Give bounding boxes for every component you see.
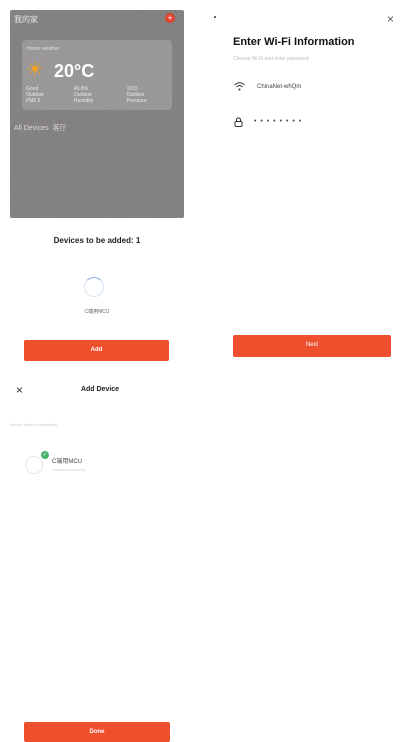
weather-label: Home weather <box>27 46 60 52</box>
check-icon: ✓ <box>41 451 49 459</box>
plus-icon[interactable]: + <box>165 13 175 23</box>
room-tab[interactable]: 客厅 <box>53 125 67 132</box>
pending-device-name: C端用MCU <box>84 309 110 315</box>
lock-icon <box>234 117 243 129</box>
device-icon <box>25 456 43 474</box>
next-button[interactable]: Next <box>233 335 391 357</box>
wifi-ssid-field[interactable]: ChinaNet-whQm <box>257 84 301 90</box>
add-button[interactable]: Add <box>24 340 169 361</box>
wifi-subtitle: Choose Wi-Fi and enter password <box>233 56 309 62</box>
close-icon[interactable]: × <box>16 383 23 397</box>
stat-2: 45.8% Outdoor Humidity <box>73 86 94 104</box>
close-icon[interactable]: × <box>387 12 394 26</box>
devices-to-add-heading: Devices to be added: 1 <box>53 236 141 245</box>
stat-3: 1015 Outdoor Pressure <box>126 86 147 104</box>
done-button[interactable]: Done <box>24 722 170 742</box>
temperature: 20°C <box>54 61 95 81</box>
add-device-title: Add Device <box>80 386 120 393</box>
weather-stats: Good Outdoor PM2.5 45.8% Outdoor Humidit… <box>26 86 166 104</box>
add-device-subtitle: Device added successfully <box>10 422 58 427</box>
added-device-name[interactable]: C端用MCU <box>52 456 82 465</box>
added-device-status: Added successfully <box>52 467 87 472</box>
wifi-title: Enter Wi-Fi Information <box>233 36 355 48</box>
sun-icon: ☀ <box>26 59 44 81</box>
home-name[interactable]: 我的家 <box>14 14 38 25</box>
wifi-password-field[interactable]: • • • • • • • • <box>254 118 302 125</box>
loading-spinner-icon <box>84 277 104 297</box>
wifi-icon <box>234 82 245 93</box>
all-devices-tab[interactable]: All Devices 客厅 <box>14 123 67 133</box>
status-dot <box>214 16 216 18</box>
stat-1: Good Outdoor PM2.5 <box>26 86 45 104</box>
